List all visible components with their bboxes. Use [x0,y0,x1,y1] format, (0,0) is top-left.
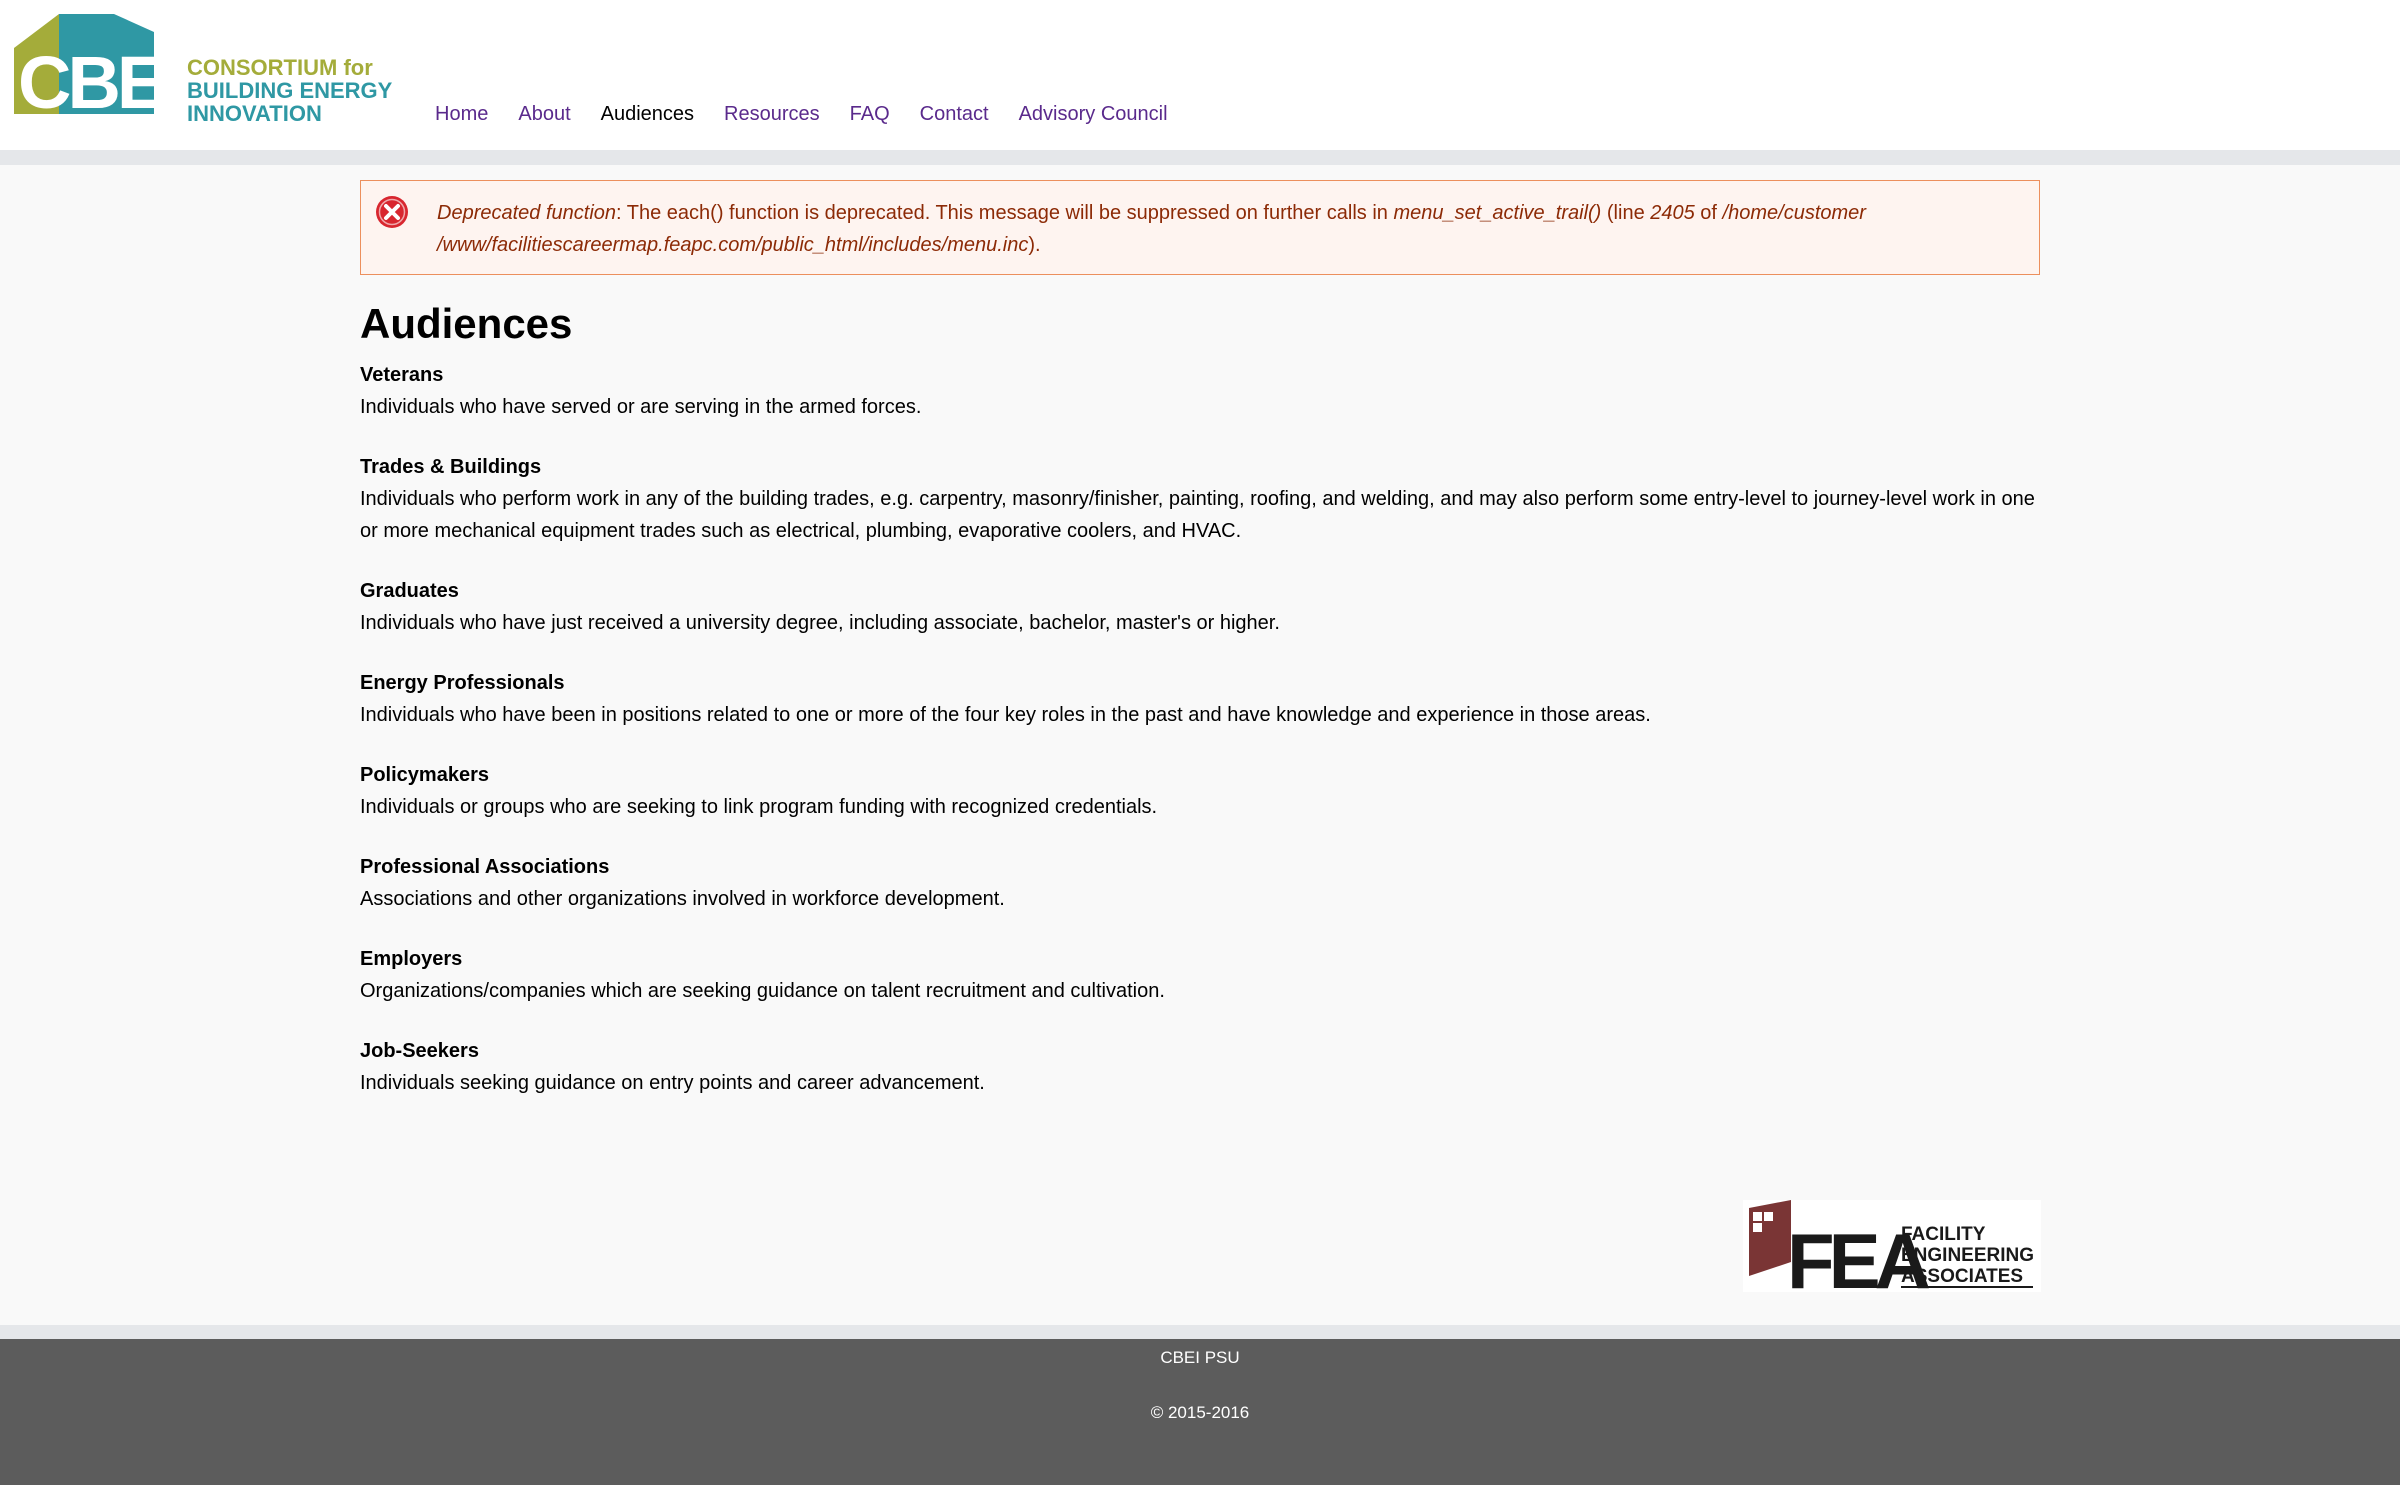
error-line: 2405 [1650,202,1695,224]
audience-list: Veterans Individuals who have served or … [360,361,2040,1099]
audience-item: Employers Organizations/companies which … [360,945,2040,1007]
error-text-3: of [1694,202,1723,224]
audience-title: Graduates [360,580,459,602]
audience-item: Energy Professionals Individuals who hav… [360,669,2040,731]
logo-line-3: INNOVATION [187,101,322,126]
audience-item: Professional Associations Associations a… [360,853,2040,915]
cbei-logo-mark: CBEi [14,14,183,124]
error-text-2: (line [1601,202,1651,224]
svg-text:CBEi: CBEi [18,41,164,118]
svg-text:ENGINEERING: ENGINEERING [1901,1245,2034,1266]
svg-text:FACILITY: FACILITY [1901,1224,1986,1245]
footer-divider [0,1325,2400,1339]
error-function: menu_set_active_trail() [1393,202,1602,224]
audience-description: Organizations/companies which are seekin… [360,980,1165,1002]
error-message-box: Deprecated function: The each() function… [360,180,2040,275]
audience-title: Professional Associations [360,856,610,878]
logo-line-2: BUILDING ENERGY [187,78,393,103]
nav-home[interactable]: Home [435,100,488,128]
audience-title: Employers [360,948,463,970]
audience-item: Veterans Individuals who have served or … [360,361,2040,423]
logo-line-1: CONSORTIUM for [187,55,373,80]
error-message-text: Deprecated function: The each() function… [437,197,1999,261]
error-text-1: : The each() function is deprecated. Thi… [616,202,1394,224]
error-type: Deprecated function [437,202,617,224]
nav-faq[interactable]: FAQ [850,100,890,128]
error-x-icon [376,196,408,228]
cbei-logo-wordmark: CONSORTIUM for BUILDING ENERGY INNOVATIO… [187,56,392,125]
nav-audiences[interactable]: Audiences [601,100,694,128]
site-header: CBEi CONSORTIUM for BUILDING ENERGY INNO… [0,0,2400,150]
audience-description: Individuals seeking guidance on entry po… [360,1072,985,1094]
cbei-logo[interactable]: CBEi CONSORTIUM for BUILDING ENERGY INNO… [14,14,394,125]
nav-about[interactable]: About [518,100,570,128]
audience-title: Veterans [360,364,444,386]
audience-description: Individuals who have served or are servi… [360,396,922,418]
error-text-4: ). [1028,234,1041,256]
nav-resources[interactable]: Resources [724,100,820,128]
audience-item: Policymakers Individuals or groups who a… [360,761,2040,823]
fea-logo-graphic: FEA FACILITY ENGINEERING ASSOCIATES [1749,1200,2034,1305]
fea-partner-logo[interactable]: FEA FACILITY ENGINEERING ASSOCIATES [1743,1200,2041,1305]
audience-description: Individuals who perform work in any of t… [360,488,2035,542]
header-divider [0,150,2400,165]
audience-title: Policymakers [360,764,489,786]
audience-description: Individuals or groups who are seeking to… [360,796,1158,818]
footer-org: CBEI PSU [1160,1348,1240,1367]
audience-description: Individuals who have just received a uni… [360,612,1280,634]
page-title: Audiences [360,300,573,347]
footer-copyright: © 2015-2016 [1150,1403,1250,1422]
site-footer: CBEI PSU © 2015-2016 [0,1339,2400,1485]
svg-text:ASSOCIATES: ASSOCIATES [1901,1266,2023,1287]
audience-title: Trades & Buildings [360,456,542,478]
main-content: Deprecated function: The each() function… [360,180,2040,1099]
audience-item: Job-Seekers Individuals seeking guidance… [360,1037,2040,1099]
audience-title: Job-Seekers [360,1040,479,1062]
audience-item: Graduates Individuals who have just rece… [360,577,2040,639]
audience-title: Energy Professionals [360,672,565,694]
nav-advisory-council[interactable]: Advisory Council [1019,100,1168,128]
main-nav: Home About Audiences Resources FAQ Conta… [435,100,1198,128]
nav-contact[interactable]: Contact [920,100,989,128]
audience-description: Associations and other organizations inv… [360,888,1005,910]
audience-description: Individuals who have been in positions r… [360,704,1651,726]
audience-item: Trades & Buildings Individuals who perfo… [360,453,2040,547]
